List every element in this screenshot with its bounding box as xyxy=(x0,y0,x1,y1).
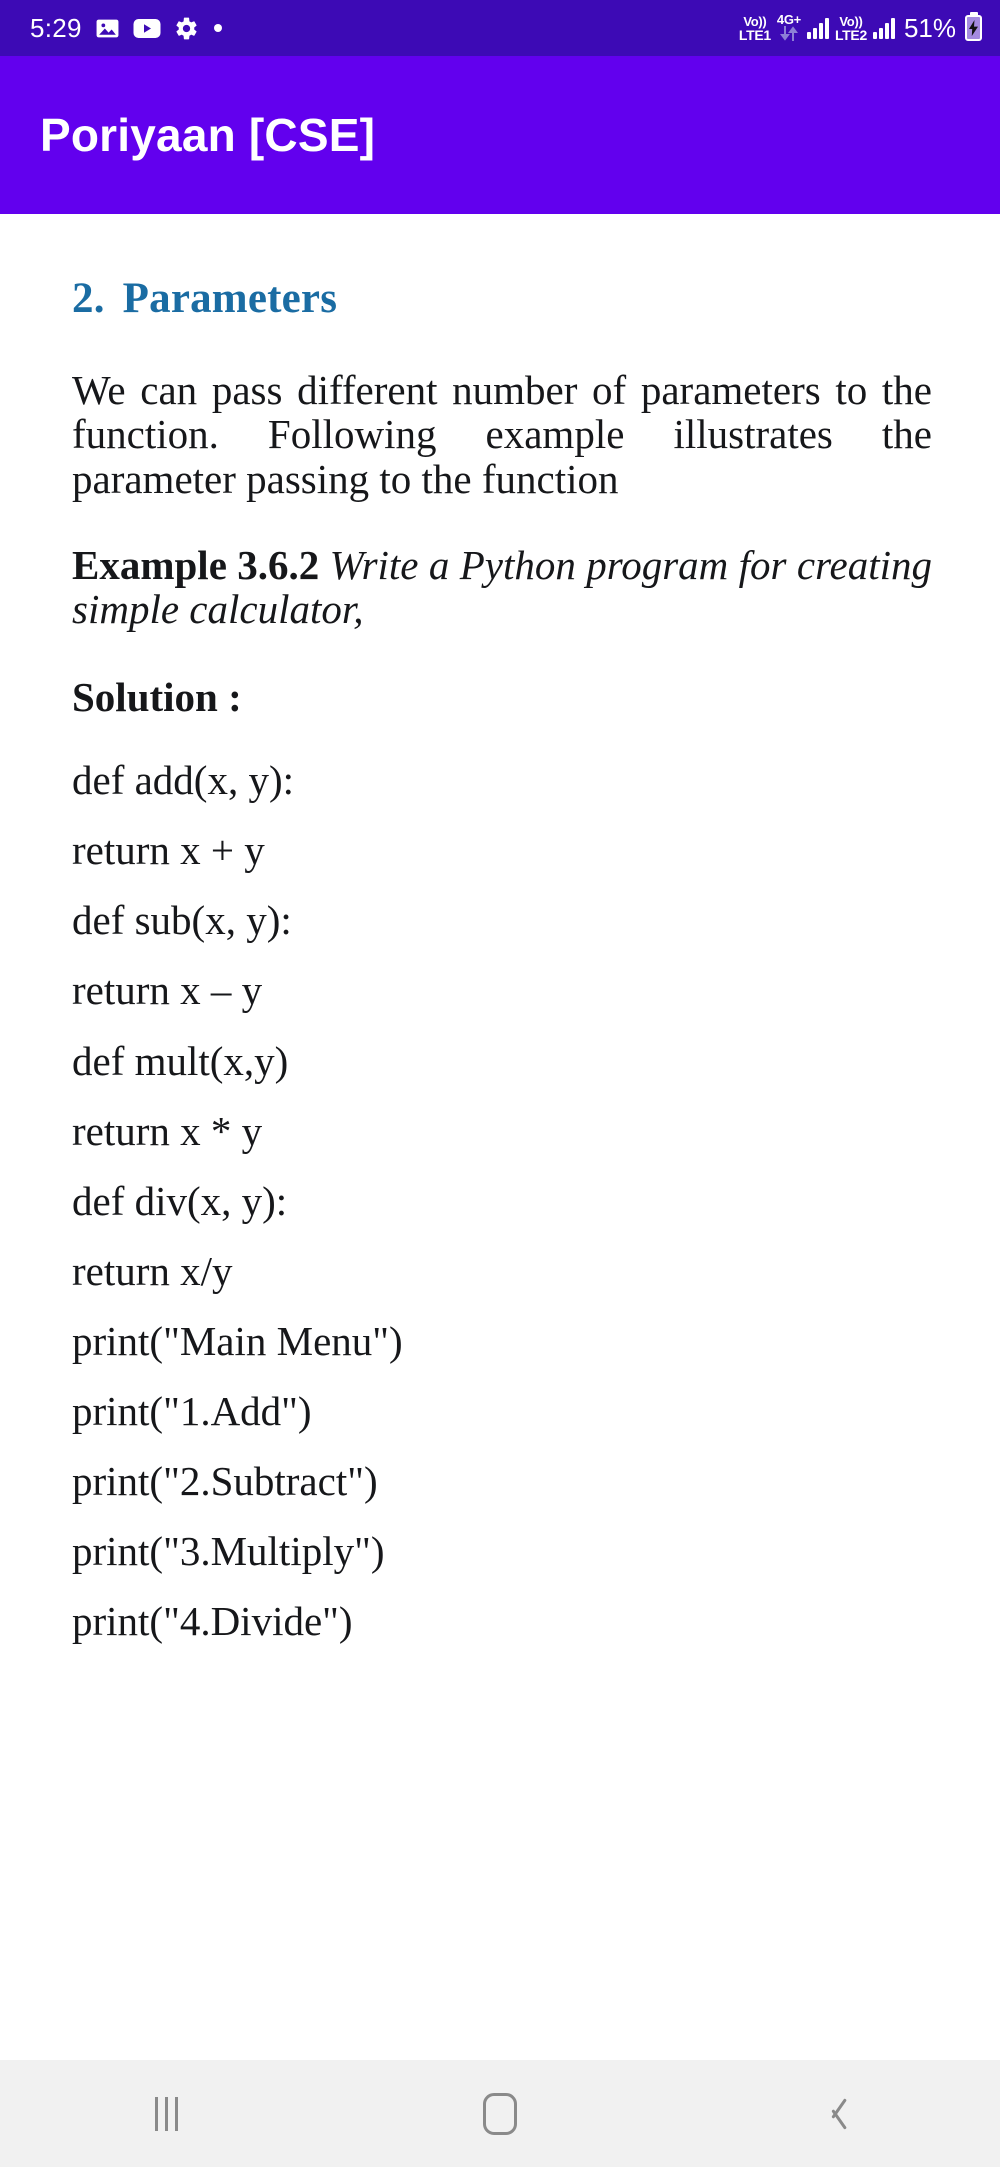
network-type-label: 4G+ xyxy=(776,12,801,27)
app-title: Poriyaan [CSE] xyxy=(40,109,376,161)
sim2-voice-label: Vo)) xyxy=(839,13,863,29)
section-title: Parameters xyxy=(122,275,338,322)
code-line: print("Main Menu") xyxy=(72,1317,403,1364)
navigation-bar xyxy=(0,2060,1000,2167)
gear-icon xyxy=(174,16,199,41)
data-transfer-icon xyxy=(779,26,799,43)
sim2-indicator: Vo)) LTE2 xyxy=(835,15,867,42)
code-line: print("2.Subtract") xyxy=(72,1457,378,1504)
sim2-signal-bars-icon xyxy=(872,17,895,39)
content-area[interactable]: 2. Parameters We can pass different numbe… xyxy=(0,214,1000,2060)
code-line: def add(x, y): xyxy=(72,757,294,804)
sim1-voice-label: Vo)) xyxy=(743,13,767,29)
intro-paragraph: We can pass different number of paramete… xyxy=(72,367,932,502)
section-number: 2. xyxy=(72,275,105,322)
code-line: def mult(x,y) xyxy=(72,1037,289,1084)
battery-percent-label: 51% xyxy=(903,12,956,43)
status-time: 5:29 xyxy=(30,13,82,43)
home-icon xyxy=(482,2092,517,2135)
sim1-indicator: Vo)) LTE1 xyxy=(739,15,771,42)
recents-icon xyxy=(155,2096,179,2131)
code-line: return x – y xyxy=(72,967,263,1014)
dot-icon xyxy=(213,24,222,32)
code-line: return x + y xyxy=(72,827,265,874)
sim1-tech-label: LTE1 xyxy=(738,26,771,43)
code-line: print("4.Divide") xyxy=(72,1597,353,1644)
code-line: def div(x, y): xyxy=(72,1177,288,1224)
example-label: Example 3.6.2 xyxy=(72,541,320,588)
code-line: print("3.Multiply") xyxy=(72,1527,385,1574)
home-button[interactable] xyxy=(440,2060,560,2167)
example-line: Example 3.6.2 Write a Python program for… xyxy=(72,543,932,632)
status-bar: 5:29 Vo)) LTE1 4G+ Vo)) LTE2 51% xyxy=(0,0,1000,56)
code-line: return x/y xyxy=(72,1247,233,1294)
battery-charging-icon xyxy=(965,15,982,41)
back-button[interactable] xyxy=(773,2060,893,2167)
sim1-signal-bars-icon xyxy=(806,17,829,39)
code-line: print("1.Add") xyxy=(72,1387,312,1434)
code-line: return x * y xyxy=(72,1107,263,1154)
sim2-tech-label: LTE2 xyxy=(834,26,867,43)
status-bar-left: 5:29 xyxy=(30,15,222,41)
network-type-indicator: 4G+ xyxy=(777,13,801,43)
code-line: def sub(x, y): xyxy=(72,897,292,944)
image-icon xyxy=(95,16,120,41)
back-icon xyxy=(822,2095,844,2133)
phone-screen: 5:29 Vo)) LTE1 4G+ Vo)) LTE2 51% Poriyaa… xyxy=(0,0,1000,2167)
solution-label: Solution : xyxy=(72,674,242,721)
app-bar: Poriyaan [CSE] xyxy=(0,56,1000,214)
youtube-icon xyxy=(133,18,161,39)
recents-button[interactable] xyxy=(107,2060,227,2167)
section-heading: 2. Parameters xyxy=(72,274,960,323)
status-bar-right: Vo)) LTE1 4G+ Vo)) LTE2 51% xyxy=(739,13,982,44)
